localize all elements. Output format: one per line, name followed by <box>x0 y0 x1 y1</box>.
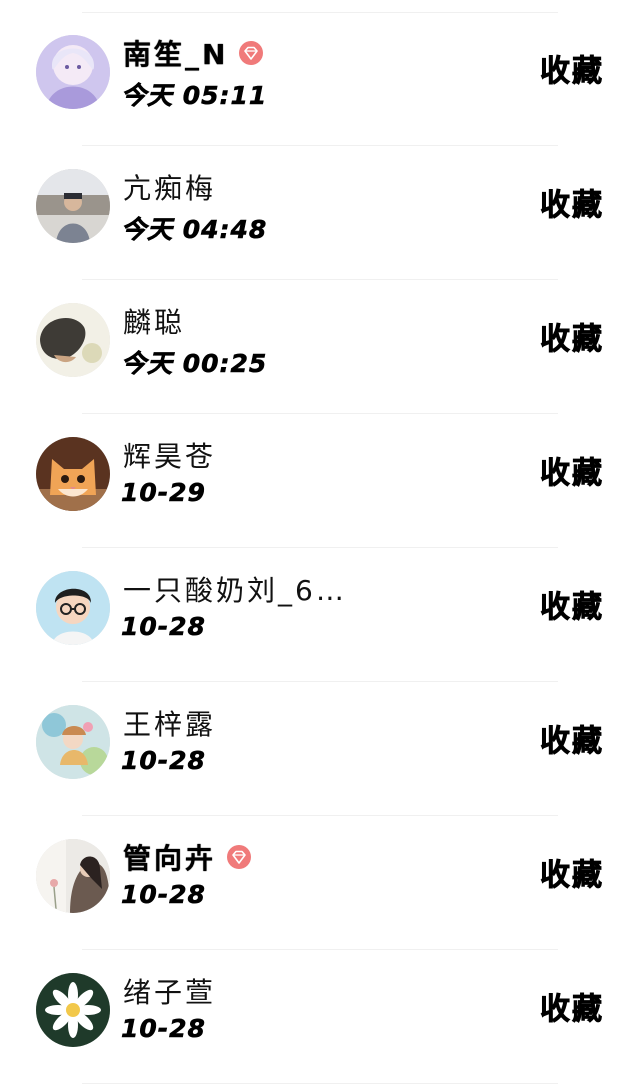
list-item[interactable]: 绪子萱 10-28 收藏 <box>0 950 640 1084</box>
visitor-list: 南笙_N 今天 05:11 收藏 亢痴梅 今天 04:48 收藏 麟聪 今天 0… <box>0 0 640 1091</box>
list-item[interactable]: 南笙_N 今天 05:11 收藏 <box>0 12 640 146</box>
list-item[interactable]: 麟聪 今天 00:25 收藏 <box>0 280 640 414</box>
favorite-button[interactable]: 收藏 <box>540 314 604 358</box>
user-name[interactable]: 辉昊苍 <box>123 435 216 475</box>
avatar[interactable] <box>36 973 110 1047</box>
list-item[interactable]: 王梓露 10-28 收藏 <box>0 682 640 816</box>
favorite-button[interactable]: 收藏 <box>540 984 604 1028</box>
avatar[interactable] <box>36 571 110 645</box>
favorite-button[interactable]: 收藏 <box>540 716 604 760</box>
visit-time: 今天 04:48 <box>121 215 268 245</box>
visit-time: 10-28 <box>121 612 206 642</box>
visit-time: 10-28 <box>121 746 206 776</box>
user-name[interactable]: 一只酸奶刘_6… <box>123 569 347 609</box>
list-item[interactable]: 一只酸奶刘_6… 10-28 收藏 <box>0 548 640 682</box>
visit-time: 10-28 <box>121 880 206 910</box>
user-name[interactable]: 绪子萱 <box>123 971 216 1011</box>
avatar[interactable] <box>36 839 110 913</box>
user-name[interactable]: 麟聪 <box>123 301 185 341</box>
diamond-badge-icon <box>226 844 252 870</box>
visit-time: 今天 05:11 <box>121 81 268 111</box>
visit-time: 今天 00:25 <box>121 349 268 379</box>
avatar[interactable] <box>36 303 110 377</box>
user-name[interactable]: 管向卉 <box>123 837 216 877</box>
avatar[interactable] <box>36 169 110 243</box>
user-name[interactable]: 南笙_N <box>123 33 228 73</box>
avatar[interactable] <box>36 35 110 109</box>
avatar[interactable] <box>36 705 110 779</box>
favorite-button[interactable]: 收藏 <box>540 46 604 90</box>
favorite-button[interactable]: 收藏 <box>540 180 604 224</box>
user-name[interactable]: 王梓露 <box>123 703 216 743</box>
visit-time: 10-29 <box>121 478 206 508</box>
list-item[interactable]: 辉昊苍 10-29 收藏 <box>0 414 640 548</box>
list-item[interactable]: 亢痴梅 今天 04:48 收藏 <box>0 146 640 280</box>
favorite-button[interactable]: 收藏 <box>540 448 604 492</box>
favorite-button[interactable]: 收藏 <box>540 850 604 894</box>
avatar[interactable] <box>36 437 110 511</box>
favorite-button[interactable]: 收藏 <box>540 582 604 626</box>
visit-time: 10-28 <box>121 1014 206 1044</box>
divider <box>82 1083 558 1084</box>
diamond-badge-icon <box>238 40 264 66</box>
list-item[interactable]: 管向卉 10-28 收藏 <box>0 816 640 950</box>
user-name[interactable]: 亢痴梅 <box>123 167 216 207</box>
